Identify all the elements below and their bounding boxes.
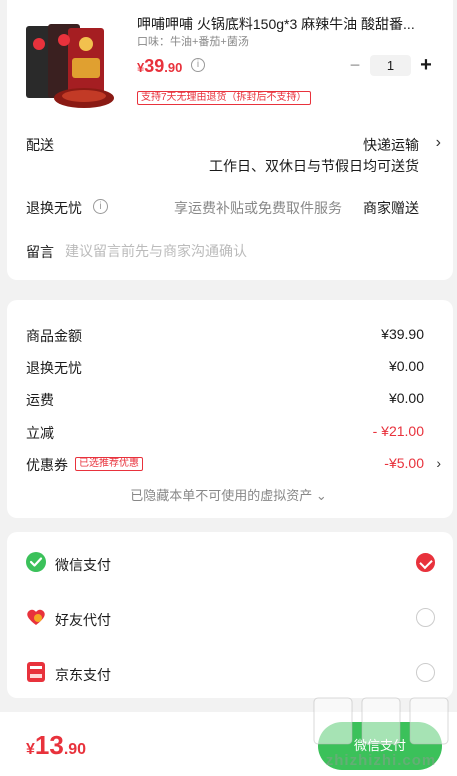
price-info-icon[interactable]: i [191,58,205,72]
exchange-description: 享运费补贴或免费取件服务 [174,200,342,216]
coupon-value[interactable]: -¥5.00 [384,455,424,471]
radio-unselected[interactable] [416,663,435,682]
exchange-value: 商家赠送 [363,200,419,216]
quantity-decrease-button[interactable]: − [347,55,363,75]
subtotal-label: 商品金额 [26,328,82,344]
quantity-increase-button[interactable]: + [418,54,434,76]
shipping-method[interactable]: 快递运输 [363,135,419,155]
total-price: ¥13.90 [26,730,87,760]
quantity-value[interactable]: 1 [370,55,411,76]
payment-label: 好友代付 [55,612,111,628]
wechat-pay-icon [26,552,46,572]
exchange-label: 退换无忧 [26,200,82,216]
exchange-info-icon[interactable]: i [93,199,108,214]
product-spec[interactable]: 口味：牛油+番茄+菌汤 [137,33,249,49]
coupon-label: 优惠券 [26,457,68,473]
hidden-assets-toggle[interactable]: 已隐藏本单不可使用的虚拟资产 ⌄ [0,485,457,504]
shipping-note: 工作日、双休日与节假日均可送货 [209,158,419,174]
payment-label: 京东支付 [55,667,111,683]
radio-unselected[interactable] [416,608,435,627]
discount-value: - ¥21.00 [372,423,424,439]
return-policy-tag: 支持7天无理由退货（拆封后不支持） [137,91,311,105]
shipping-fee-value: ¥0.00 [388,390,424,406]
exchange-fee-value: ¥0.00 [388,358,424,374]
payment-label: 微信支付 [55,557,111,573]
shipping-fee-label: 运费 [26,392,54,408]
chevron-right-icon[interactable]: › [436,455,441,471]
friend-pay-heart-icon [26,607,46,627]
jd-pay-card-icon [26,662,46,682]
watermark-text: zhizhizhi.com [325,752,437,769]
subtotal-value: ¥39.90 [381,326,424,342]
product-image[interactable] [24,22,119,110]
chevron-right-icon[interactable]: › [436,134,441,152]
radio-selected[interactable] [416,553,435,572]
product-title[interactable]: 呷哺呷哺 火锅底料150g*3 麻辣牛油 酸甜番... [137,14,437,34]
exchange-fee-label: 退换无忧 [26,360,82,376]
shipping-label: 配送 [26,137,54,153]
discount-label: 立减 [26,425,54,441]
coupon-tag[interactable]: 已选推荐优惠 [75,457,143,471]
product-price: ¥39.90 [137,56,183,76]
message-input[interactable] [65,241,435,261]
message-label: 留言 [26,244,54,260]
